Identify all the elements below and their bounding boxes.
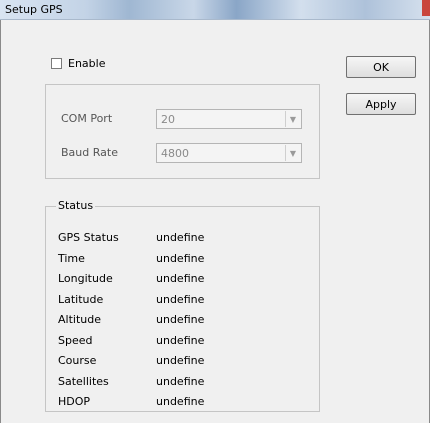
status-value: undefine bbox=[156, 252, 205, 265]
status-value: undefine bbox=[156, 395, 205, 408]
chevron-down-icon[interactable]: ▼ bbox=[285, 111, 300, 127]
com-port-select[interactable]: 20 ▼ bbox=[156, 109, 302, 129]
status-label: Satellites bbox=[58, 375, 109, 388]
connection-settings-panel: COM Port 20 ▼ Baud Rate 4800 ▼ bbox=[45, 84, 320, 179]
baud-rate-value: 4800 bbox=[161, 147, 189, 160]
title-bar[interactable]: Setup GPS bbox=[0, 0, 430, 20]
enable-checkbox-row[interactable]: Enable bbox=[51, 55, 105, 71]
status-label: Course bbox=[58, 354, 97, 367]
com-port-label: COM Port bbox=[61, 112, 113, 125]
enable-checkbox[interactable] bbox=[51, 57, 62, 69]
baud-rate-select[interactable]: 4800 ▼ bbox=[156, 143, 302, 163]
status-legend: Status bbox=[56, 199, 96, 212]
window-title: Setup GPS bbox=[5, 3, 63, 16]
status-group: Status GPS Status undefine Time undefine… bbox=[45, 199, 320, 412]
status-value: undefine bbox=[156, 354, 205, 367]
chevron-down-icon[interactable]: ▼ bbox=[285, 145, 300, 161]
status-value: undefine bbox=[156, 334, 205, 347]
status-label: Latitude bbox=[58, 293, 104, 306]
status-value: undefine bbox=[156, 313, 205, 326]
status-label: HDOP bbox=[58, 395, 91, 408]
status-value: undefine bbox=[156, 231, 205, 244]
ok-button[interactable]: OK bbox=[346, 56, 416, 78]
close-icon[interactable] bbox=[422, 0, 430, 16]
status-label: Altitude bbox=[58, 313, 101, 326]
status-label: Time bbox=[58, 252, 85, 265]
status-value: undefine bbox=[156, 375, 205, 388]
dialog-body: Enable OK Apply COM Port 20 ▼ Baud Rate … bbox=[0, 20, 430, 423]
com-port-value: 20 bbox=[161, 113, 175, 126]
baud-rate-label: Baud Rate bbox=[61, 146, 118, 159]
status-value: undefine bbox=[156, 293, 205, 306]
apply-button[interactable]: Apply bbox=[346, 93, 416, 115]
status-label: Speed bbox=[58, 334, 93, 347]
status-value: undefine bbox=[156, 272, 205, 285]
status-label: GPS Status bbox=[58, 231, 119, 244]
enable-label: Enable bbox=[68, 56, 106, 70]
status-label: Longitude bbox=[58, 272, 113, 285]
